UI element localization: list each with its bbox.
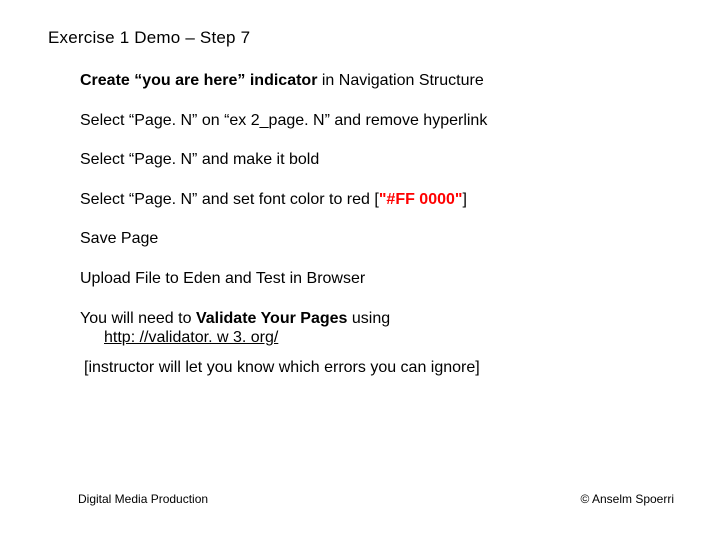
line-5: Save Page <box>80 228 670 250</box>
line-1: Create “you are here” indicator in Navig… <box>80 70 670 92</box>
line-8: [instructor will let you know which erro… <box>84 357 670 379</box>
line-4-red: "#FF 0000" <box>379 191 463 208</box>
line-3: Select “Page. N” and make it bold <box>80 149 670 171</box>
footer-left: Digital Media Production <box>78 492 208 506</box>
line-1-bold: Create “you are here” indicator <box>80 72 317 89</box>
line-7-post: using <box>347 310 390 327</box>
line-7: You will need to Validate Your Pages usi… <box>80 308 670 349</box>
line-4-post: ] <box>462 191 466 208</box>
footer-right: © Anselm Spoerri <box>580 492 674 506</box>
line-6: Upload File to Eden and Test in Browser <box>80 268 670 290</box>
slide: Exercise 1 Demo – Step 7 Create “you are… <box>0 0 720 540</box>
line-4: Select “Page. N” and set font color to r… <box>80 189 670 211</box>
line-4-pre: Select “Page. N” and set font color to r… <box>80 191 379 208</box>
line-1-rest: in Navigation Structure <box>317 72 483 89</box>
body-area: Create “you are here” indicator in Navig… <box>80 70 670 378</box>
line-7-pre: You will need to <box>80 310 196 327</box>
line-2: Select “Page. N” on “ex 2_page. N” and r… <box>80 110 670 132</box>
validator-link[interactable]: http: //validator. w 3. org/ <box>104 329 278 346</box>
line-7-bold: Validate Your Pages <box>196 310 347 327</box>
slide-title: Exercise 1 Demo – Step 7 <box>48 28 250 48</box>
